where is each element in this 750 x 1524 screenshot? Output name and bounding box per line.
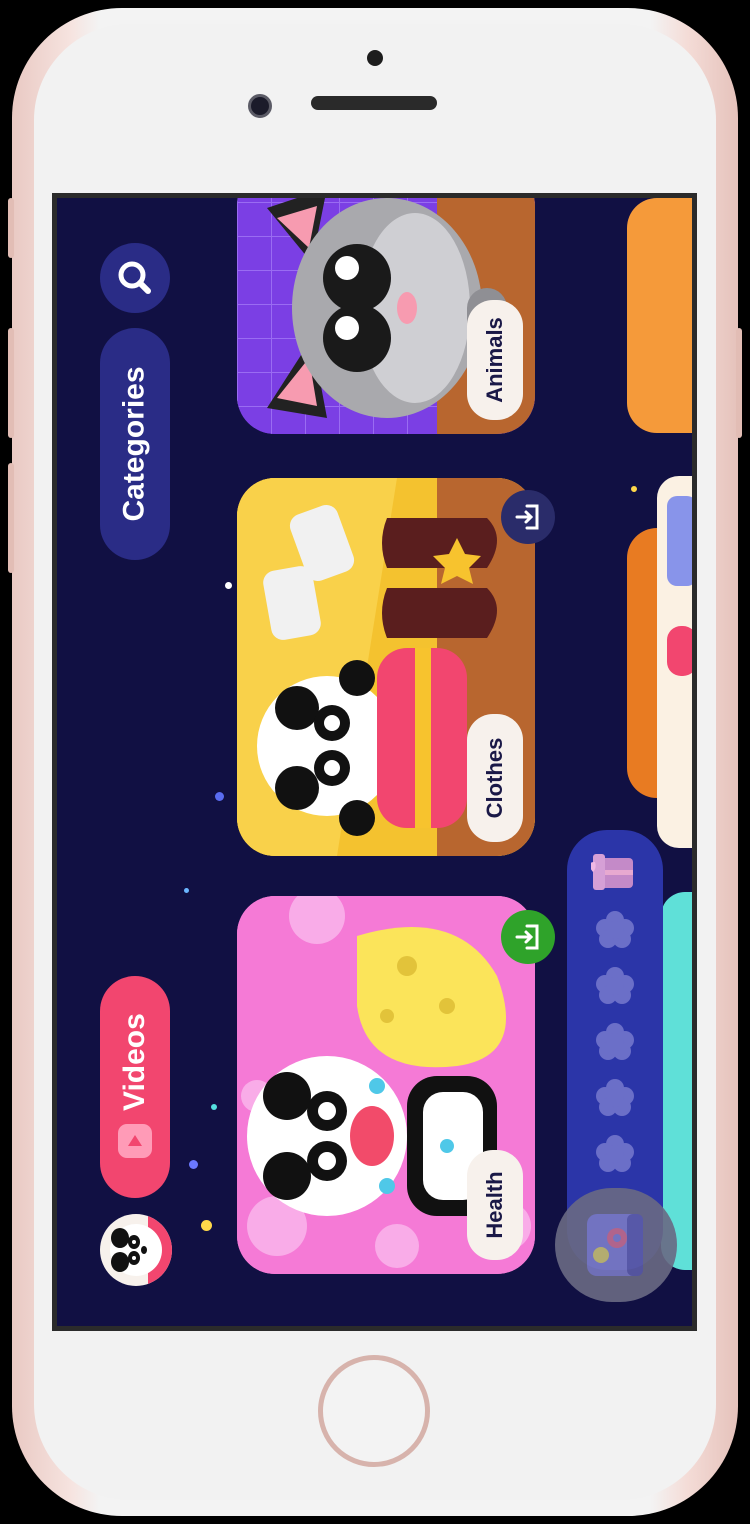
sticker-album-button[interactable] — [555, 1188, 677, 1302]
star-icon — [596, 1079, 634, 1116]
videos-label: Videos — [118, 1013, 151, 1111]
categories-label: Categories — [118, 366, 151, 522]
gift-icon — [591, 854, 633, 890]
category-card-partial[interactable] — [657, 476, 692, 848]
card-label: Animals — [467, 300, 523, 420]
category-card-clothes[interactable]: Clothes — [237, 478, 535, 856]
videos-button[interactable]: Videos — [100, 976, 170, 1198]
star-icon — [596, 967, 634, 1004]
mute-switch — [8, 198, 14, 258]
sparkle-dot — [215, 792, 224, 801]
enter-icon — [515, 504, 539, 530]
sparkle-dot — [631, 486, 637, 492]
home-button[interactable] — [318, 1355, 430, 1467]
star-icon — [596, 911, 634, 948]
front-camera — [248, 94, 272, 118]
sparkle-dot — [225, 582, 232, 589]
category-card-partial[interactable] — [627, 198, 692, 433]
sticker-album-icon — [587, 1214, 643, 1276]
card-label: Health — [467, 1150, 523, 1260]
card-label: Clothes — [467, 714, 523, 842]
categories-button[interactable]: Categories — [100, 328, 170, 560]
star-icon — [596, 1135, 634, 1172]
sparkle-dot — [184, 888, 189, 893]
volume-down-button — [8, 463, 14, 573]
sparkle-dot — [211, 1104, 217, 1110]
proximity-sensor — [367, 50, 383, 66]
category-card-health[interactable]: Health — [237, 896, 535, 1274]
volume-up-button — [8, 328, 14, 438]
play-icon — [118, 1124, 152, 1158]
power-button — [736, 328, 742, 438]
avatar[interactable] — [100, 1214, 172, 1286]
earpiece-speaker — [311, 96, 437, 110]
enter-icon — [515, 924, 539, 950]
category-card-animals[interactable]: Animals — [237, 198, 535, 434]
sparkle-dot — [189, 1160, 198, 1169]
sparkle-dot — [201, 1220, 212, 1231]
clothes-enter-button[interactable] — [501, 490, 555, 544]
health-enter-button[interactable] — [501, 910, 555, 964]
panda-avatar-icon — [110, 1214, 172, 1286]
app-screen: Categories Videos Animals Clothes Health — [52, 193, 697, 1331]
search-icon — [118, 261, 151, 294]
search-button[interactable] — [100, 243, 170, 313]
star-icon — [596, 1023, 634, 1060]
